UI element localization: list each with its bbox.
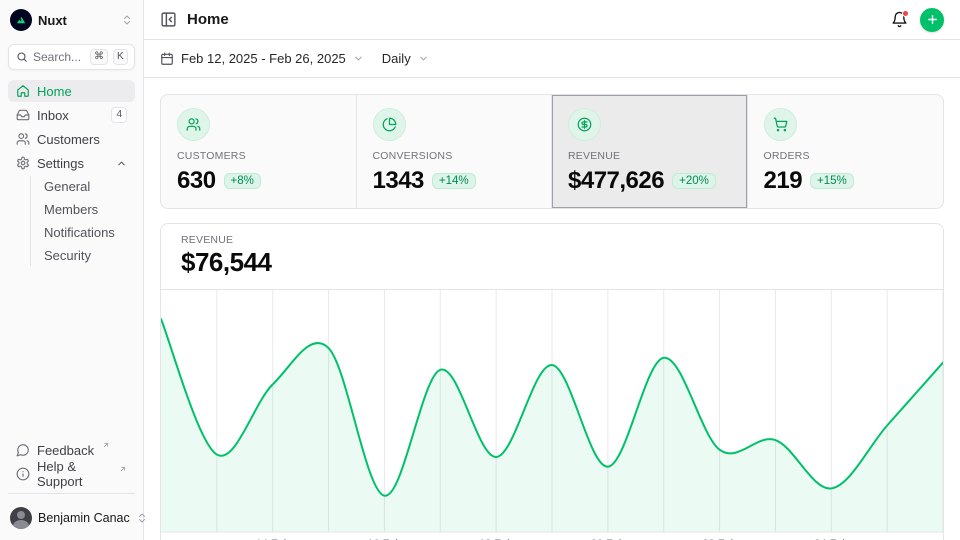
sidebar-item-general[interactable]: General: [36, 176, 135, 197]
users-icon: [177, 108, 210, 141]
period-select[interactable]: Daily: [382, 51, 429, 66]
stat-card-revenue[interactable]: REVENUE $477,626 +20%: [552, 95, 748, 208]
filter-bar: Feb 12, 2025 - Feb 26, 2025 Daily: [144, 40, 960, 78]
notification-dot: [902, 10, 909, 17]
stat-label: ORDERS: [764, 150, 928, 162]
search-icon: [16, 51, 28, 63]
period-label: Daily: [382, 51, 411, 66]
top-header: Home: [144, 0, 960, 40]
workspace-name: Nuxt: [38, 13, 115, 28]
gear-icon: [16, 156, 30, 170]
kbd-k: K: [113, 49, 128, 65]
sidebar: Nuxt ⌘ K Home Inb: [0, 0, 144, 540]
stat-delta-badge: +8%: [224, 173, 261, 189]
stat-value: $477,626: [568, 167, 664, 195]
sidebar-nav: Home Inbox 4 Customers Settings: [0, 80, 143, 266]
chart-plot-area[interactable]: 14 Feb16 Feb18 Feb20 Feb22 Feb24 Feb: [161, 290, 943, 540]
sidebar-item-settings[interactable]: Settings: [8, 152, 135, 174]
chart-pie-icon: [373, 108, 406, 141]
stat-label: REVENUE: [568, 150, 731, 162]
stat-card-customers[interactable]: CUSTOMERS 630 +8%: [161, 95, 357, 208]
nuxt-logo-icon: [10, 9, 32, 31]
info-circle-icon: [16, 467, 30, 481]
sidebar-footer-links: Feedback Help & Support: [0, 439, 143, 498]
sidebar-item-inbox[interactable]: Inbox 4: [8, 104, 135, 126]
workspace-switcher[interactable]: Nuxt: [0, 0, 143, 38]
search-box[interactable]: ⌘ K: [8, 44, 135, 70]
message-circle-icon: [16, 443, 30, 457]
stat-delta-badge: +15%: [810, 173, 854, 189]
external-link-icon: [119, 465, 127, 473]
chart-metric-value: $76,544: [181, 247, 923, 278]
user-menu[interactable]: Benjamin Canac: [0, 498, 143, 540]
sidebar-item-notifications[interactable]: Notifications: [36, 222, 135, 243]
stat-label: CONVERSIONS: [373, 150, 536, 162]
house-icon: [16, 84, 30, 98]
date-range-label: Feb 12, 2025 - Feb 26, 2025: [181, 51, 346, 66]
stats-row: CUSTOMERS 630 +8% CONVERSIONS 1343 +14%: [160, 94, 944, 209]
inbox-count-badge: 4: [111, 107, 127, 123]
sidebar-item-label: Customers: [37, 132, 127, 147]
sidebar-item-members[interactable]: Members: [36, 199, 135, 220]
sidebar-spacer: [0, 266, 143, 439]
chart-metric-label: REVENUE: [181, 234, 923, 246]
stat-card-conversions[interactable]: CONVERSIONS 1343 +14%: [357, 95, 553, 208]
revenue-area-chart: 14 Feb16 Feb18 Feb20 Feb22 Feb24 Feb: [161, 290, 943, 540]
stat-value: 630: [177, 167, 216, 195]
chevrons-up-down-icon: [121, 14, 133, 26]
circle-dollar-icon: [568, 108, 601, 141]
plus-icon: [926, 13, 939, 26]
settings-sub-items: General Members Notifications Security: [30, 176, 135, 266]
sidebar-item-security[interactable]: Security: [36, 245, 135, 266]
calendar-icon: [160, 52, 174, 66]
main-area: Home Feb 12, 2025 - Feb 26, 2025: [144, 0, 960, 540]
external-link-icon: [102, 441, 110, 449]
help-support-label: Help & Support: [37, 459, 111, 489]
sidebar-item-customers[interactable]: Customers: [8, 128, 135, 150]
stat-label: CUSTOMERS: [177, 150, 340, 162]
add-button[interactable]: [920, 8, 944, 32]
sidebar-item-label: Home: [37, 84, 127, 99]
content: CUSTOMERS 630 +8% CONVERSIONS 1343 +14%: [144, 78, 960, 540]
revenue-chart-card: REVENUE $76,544 14 Feb16 Feb18 Feb20 Feb…: [160, 223, 944, 540]
sidebar-item-home[interactable]: Home: [8, 80, 135, 102]
users-icon: [16, 132, 30, 146]
inbox-icon: [16, 108, 30, 122]
notifications-button[interactable]: [891, 11, 908, 28]
stat-value: 219: [764, 167, 803, 195]
user-name: Benjamin Canac: [38, 511, 130, 525]
chevron-up-icon: [116, 158, 127, 169]
chevron-down-icon: [353, 53, 364, 64]
stat-delta-badge: +14%: [432, 173, 476, 189]
sidebar-divider: [8, 493, 135, 494]
page-title: Home: [187, 11, 229, 28]
app-root: Nuxt ⌘ K Home Inb: [0, 0, 960, 540]
avatar: [10, 507, 32, 529]
stat-card-orders[interactable]: ORDERS 219 +15%: [748, 95, 944, 208]
stat-delta-badge: +20%: [672, 173, 716, 189]
sidebar-item-label: Settings: [37, 156, 109, 171]
date-range-picker[interactable]: Feb 12, 2025 - Feb 26, 2025: [160, 51, 364, 66]
chart-header: REVENUE $76,544: [161, 224, 943, 290]
stat-value: 1343: [373, 167, 424, 195]
chevron-down-icon: [418, 53, 429, 64]
help-support-link[interactable]: Help & Support: [8, 463, 135, 485]
shopping-cart-icon: [764, 108, 797, 141]
sidebar-item-label: Inbox: [37, 108, 104, 123]
panel-left-close-icon[interactable]: [160, 11, 177, 28]
kbd-meta: ⌘: [90, 49, 108, 65]
search-input[interactable]: [33, 50, 85, 64]
feedback-label: Feedback: [37, 443, 94, 458]
feedback-link[interactable]: Feedback: [8, 439, 135, 461]
